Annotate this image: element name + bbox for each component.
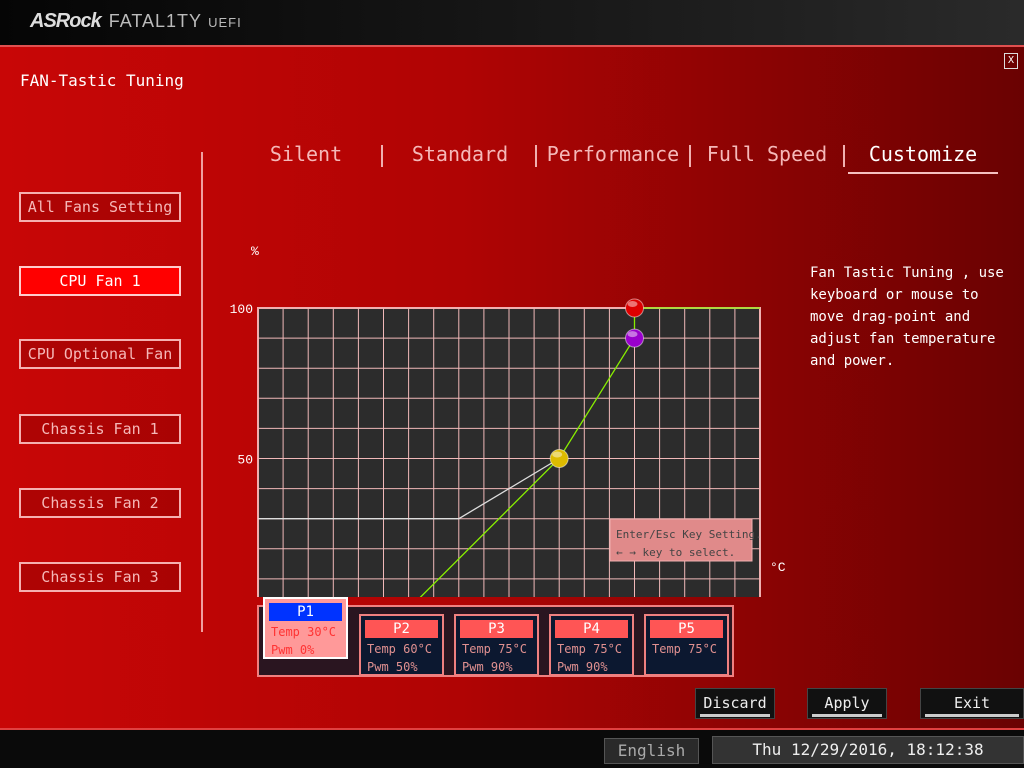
fan-curve-chart[interactable]: 0255075100050100 % °C Enter/Esc Key Sett… (230, 237, 790, 597)
close-button[interactable]: X (1004, 53, 1018, 69)
point-name: P4 (555, 620, 628, 638)
x-axis-label: °C (770, 560, 786, 575)
fan-chassis-fan-1[interactable]: Chassis Fan 1 (19, 414, 181, 444)
tab-separator (843, 145, 845, 167)
point-card-p2[interactable]: P2 Temp 60°C Pwm 50% (359, 614, 444, 676)
asrock-logo: ASRock FATAL1TY UEFI (30, 10, 242, 33)
point-name: P5 (650, 620, 723, 638)
point-name: P1 (269, 603, 342, 621)
point-card-p5[interactable]: P5 Temp 75°C (644, 614, 729, 676)
tab-performance[interactable]: Performance (538, 142, 688, 166)
fan-chassis-fan-3[interactable]: Chassis Fan 3 (19, 562, 181, 592)
y-tick-label: 100 (230, 302, 253, 317)
fan-chassis-fan-2[interactable]: Chassis Fan 2 (19, 488, 181, 518)
point-card-p1[interactable]: P1 Temp 30°C Pwm 0% (263, 597, 348, 659)
discard-button[interactable]: Discard (695, 688, 775, 719)
fan-cpu-optional-fan[interactable]: CPU Optional Fan (19, 339, 181, 369)
brand: ASRock (30, 10, 102, 32)
drag-point-highlight (627, 301, 638, 307)
exit-button[interactable]: Exit (920, 688, 1024, 719)
help-text: Fan Tastic Tuning , use keyboard or mous… (810, 265, 1004, 369)
point-pwm: Pwm 90% (462, 660, 513, 674)
top-bar: ASRock FATAL1TY UEFI (0, 0, 1024, 45)
point-pwm: Pwm 50% (367, 660, 418, 674)
tab-separator (535, 145, 537, 167)
apply-button[interactable]: Apply (807, 688, 887, 719)
drag-point-highlight (627, 331, 638, 338)
main-panel: FAN-Tastic Tuning X All Fans Setting CPU… (0, 45, 1024, 728)
drag-point-highlight (552, 451, 563, 458)
tab-standard[interactable]: Standard (385, 142, 535, 166)
point-card-p3[interactable]: P3 Temp 75°C Pwm 90% (454, 614, 539, 676)
point-temp: Temp 30°C (271, 625, 337, 639)
y-axis-label: % (251, 244, 259, 259)
points-panel: P1 Temp 30°C Pwm 0% P2 Temp 60°C Pwm 50% P3 T… (257, 597, 734, 677)
product: FATAL1TY (108, 11, 203, 31)
tab-customize[interactable]: Customize (848, 142, 998, 174)
point-temp: Temp 75°C (557, 642, 623, 656)
divider (201, 152, 203, 632)
fan-cpu-fan-1[interactable]: CPU Fan 1 (19, 266, 181, 296)
point-card-p4[interactable]: P4 Temp 75°C Pwm 90% (549, 614, 634, 676)
page-title: FAN-Tastic Tuning (20, 71, 184, 90)
tooltip-line-2: ← → key to select. (616, 546, 735, 559)
datetime-display: Thu 12/29/2016, 18:12:38 (712, 736, 1024, 764)
tab-full-speed[interactable]: Full Speed (692, 142, 842, 166)
point-temp: Temp 75°C (462, 642, 528, 656)
tooltip-line-1: Enter/Esc Key Setting. (616, 528, 762, 541)
point-pwm: Pwm 90% (557, 660, 608, 674)
point-pwm: Pwm 0% (271, 643, 315, 657)
status-bar: English Thu 12/29/2016, 18:12:38 (0, 728, 1024, 768)
point-temp: Temp 75°C (652, 642, 718, 656)
fan-all-fans-setting[interactable]: All Fans Setting (19, 192, 181, 222)
language-button[interactable]: English (604, 738, 699, 764)
point-temp: Temp 60°C (367, 642, 433, 656)
point-name: P3 (460, 620, 533, 638)
tab-silent[interactable]: Silent (231, 142, 381, 166)
y-tick-label: 50 (237, 453, 253, 468)
tab-separator (381, 145, 383, 167)
uefi-label: UEFI (208, 15, 242, 30)
tab-separator (689, 145, 691, 167)
point-name: P2 (365, 620, 438, 638)
